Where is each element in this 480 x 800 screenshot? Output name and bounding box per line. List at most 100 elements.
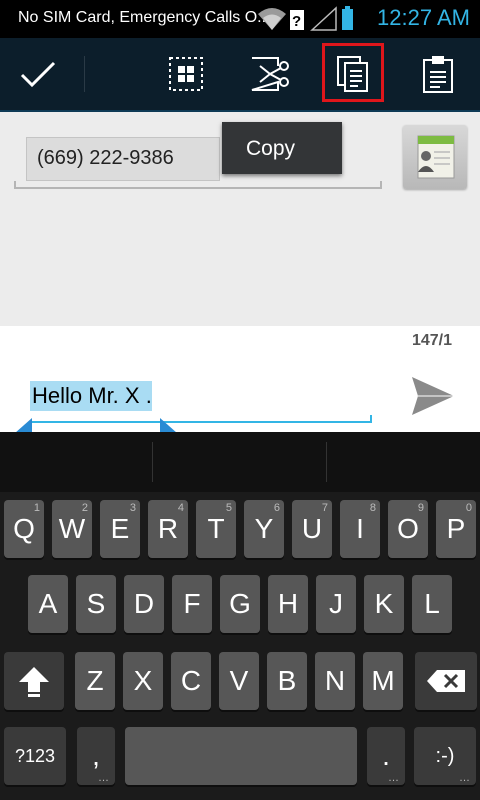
key-j-label: J: [329, 588, 343, 619]
checkmark-icon: [20, 61, 56, 88]
key-p[interactable]: P0: [436, 500, 476, 558]
key-z[interactable]: Z: [75, 652, 115, 710]
select-all-icon: [169, 57, 203, 91]
key-n-label: N: [324, 665, 346, 696]
space-key[interactable]: [125, 727, 357, 785]
key-u[interactable]: U7: [292, 500, 332, 558]
symbols-key[interactable]: ?123: [4, 727, 66, 785]
key-b[interactable]: B: [267, 652, 307, 710]
suggestion-divider: [326, 442, 327, 482]
key-v-label: V: [229, 665, 249, 696]
key-hint: 1: [33, 502, 40, 514]
key-m[interactable]: M: [363, 652, 403, 710]
key-hint: 4: [177, 502, 184, 514]
key-hint: 5: [225, 502, 232, 514]
key-s-label: S: [86, 588, 106, 619]
paste-button[interactable]: [402, 38, 474, 110]
carrier-text: No SIM Card, Emergency Calls O...: [18, 9, 271, 26]
period-key-label: .: [382, 740, 390, 771]
key-k-label: K: [374, 588, 394, 619]
status-icons: ?: [258, 6, 353, 31]
key-p-label: P: [446, 513, 466, 544]
key-u-label: U: [301, 513, 323, 544]
symbols-key-label: ?123: [14, 745, 56, 766]
smiley-key[interactable]: :-) …: [414, 727, 476, 785]
key-l[interactable]: L: [412, 575, 452, 633]
key-hint: 8: [369, 502, 376, 514]
key-m-label: M: [371, 665, 395, 696]
send-button[interactable]: [408, 373, 458, 419]
key-hint: 3: [129, 502, 136, 514]
shift-key[interactable]: [4, 652, 64, 710]
key-i[interactable]: I8: [340, 500, 380, 558]
clock: 12:27 AM: [377, 5, 470, 30]
select-all-button[interactable]: [150, 38, 222, 110]
key-k[interactable]: K: [364, 575, 404, 633]
key-y-label: Y: [254, 513, 274, 544]
key-h-label: H: [277, 588, 299, 619]
cut-icon: [251, 57, 289, 91]
contextual-action-bar: [0, 38, 480, 112]
key-s[interactable]: S: [76, 575, 116, 633]
key-q[interactable]: Q1: [4, 500, 44, 558]
copy-highlight-box: [322, 43, 384, 102]
suggestion-strip: [0, 432, 480, 492]
wifi-icon: [258, 8, 286, 30]
key-h[interactable]: H: [268, 575, 308, 633]
key-a-label: A: [38, 588, 58, 619]
key-c[interactable]: C: [171, 652, 211, 710]
message-field-underline: [30, 415, 372, 423]
done-button[interactable]: [2, 38, 74, 110]
cut-button[interactable]: [234, 38, 306, 110]
status-bar: No SIM Card, Emergency Calls O... ? 12:2…: [0, 0, 480, 38]
message-selected-text[interactable]: Hello Mr. X .: [30, 381, 152, 411]
key-y[interactable]: Y6: [244, 500, 284, 558]
key-x[interactable]: X: [123, 652, 163, 710]
comma-key[interactable]: ,…: [77, 727, 115, 785]
key-w[interactable]: W2: [52, 500, 92, 558]
key-hint: 2: [81, 502, 88, 514]
key-l-label: L: [424, 588, 440, 619]
delete-key[interactable]: [415, 652, 477, 710]
copy-tooltip: Copy: [222, 122, 342, 174]
key-j[interactable]: J: [316, 575, 356, 633]
signal-icon: [310, 6, 337, 31]
smiley-key-label: :-): [435, 744, 455, 767]
battery-icon: [342, 6, 353, 30]
paste-icon: [423, 56, 453, 93]
recipient-chip[interactable]: (669) 222-9386: [26, 137, 220, 181]
no-sim-icon: ?: [290, 10, 304, 30]
key-hint: 7: [321, 502, 328, 514]
key-g[interactable]: G: [220, 575, 260, 633]
comma-key-label: ,: [92, 740, 100, 771]
key-d[interactable]: D: [124, 575, 164, 633]
key-a[interactable]: A: [28, 575, 68, 633]
key-f-label: F: [183, 588, 201, 619]
key-r-label: R: [157, 513, 179, 544]
key-o[interactable]: O9: [388, 500, 428, 558]
backspace-icon: [427, 670, 465, 692]
key-t[interactable]: T5: [196, 500, 236, 558]
key-z-label: Z: [86, 665, 104, 696]
key-w-label: W: [58, 513, 86, 544]
key-hint: 0: [465, 502, 472, 514]
key-e[interactable]: E3: [100, 500, 140, 558]
key-b-label: B: [277, 665, 297, 696]
key-q-label: Q: [13, 513, 35, 544]
key-hint: 9: [417, 502, 424, 514]
key-r[interactable]: R4: [148, 500, 188, 558]
key-n[interactable]: N: [315, 652, 355, 710]
key-c-label: C: [180, 665, 202, 696]
suggestion-divider: [152, 442, 153, 482]
key-o-label: O: [397, 513, 419, 544]
key-g-label: G: [229, 588, 251, 619]
key-v[interactable]: V: [219, 652, 259, 710]
period-key[interactable]: .…: [367, 727, 405, 785]
more-keys-indicator: …: [459, 772, 470, 784]
add-contact-button[interactable]: [403, 125, 467, 189]
key-f[interactable]: F: [172, 575, 212, 633]
key-d-label: D: [133, 588, 155, 619]
key-t-label: T: [207, 513, 225, 544]
shift-icon: [19, 667, 49, 697]
svg-text:?: ?: [292, 13, 301, 30]
